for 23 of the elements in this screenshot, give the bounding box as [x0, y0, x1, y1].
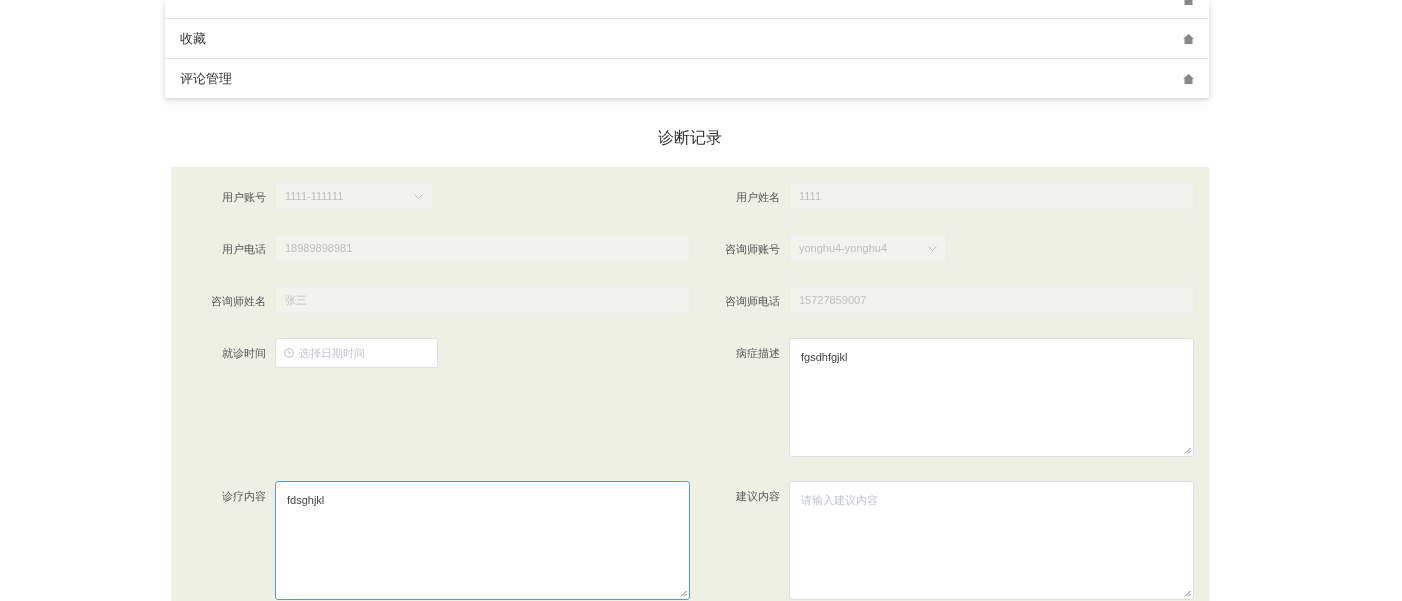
menu-row[interactable]: 收藏: [165, 18, 1209, 58]
field-label: 诊疗内容: [221, 489, 267, 504]
chevron-down-icon: [414, 193, 423, 199]
resize-handle-icon[interactable]: [680, 590, 687, 597]
field-label: 建议内容: [735, 489, 781, 504]
field-label: 就诊时间: [221, 346, 267, 361]
field-label: 病症描述: [735, 346, 781, 361]
resize-handle-icon[interactable]: [1184, 447, 1191, 454]
form-title: 诊断记录: [657, 128, 723, 148]
field-label: 用户账号: [221, 190, 267, 205]
menu-item[interactable]: 评论管理: [180, 68, 232, 89]
menu-row[interactable]: 评论管理: [165, 58, 1209, 98]
menu-item[interactable]: 收藏: [180, 28, 206, 49]
field-label: 咨询师姓名: [210, 294, 267, 309]
field-label: 咨询师账号: [724, 242, 781, 257]
textarea-field[interactable]: fdsghjkl: [275, 481, 690, 600]
resize-handle-icon[interactable]: [1184, 590, 1191, 597]
textarea-field[interactable]: fgsdhfgjkl: [789, 338, 1194, 457]
field-label: 用户电话: [221, 242, 267, 257]
chevron-down-icon: [928, 245, 937, 251]
clock-icon: [284, 348, 294, 358]
field-label: 用户姓名: [735, 190, 781, 205]
field-label: 咨询师电话: [724, 294, 781, 309]
